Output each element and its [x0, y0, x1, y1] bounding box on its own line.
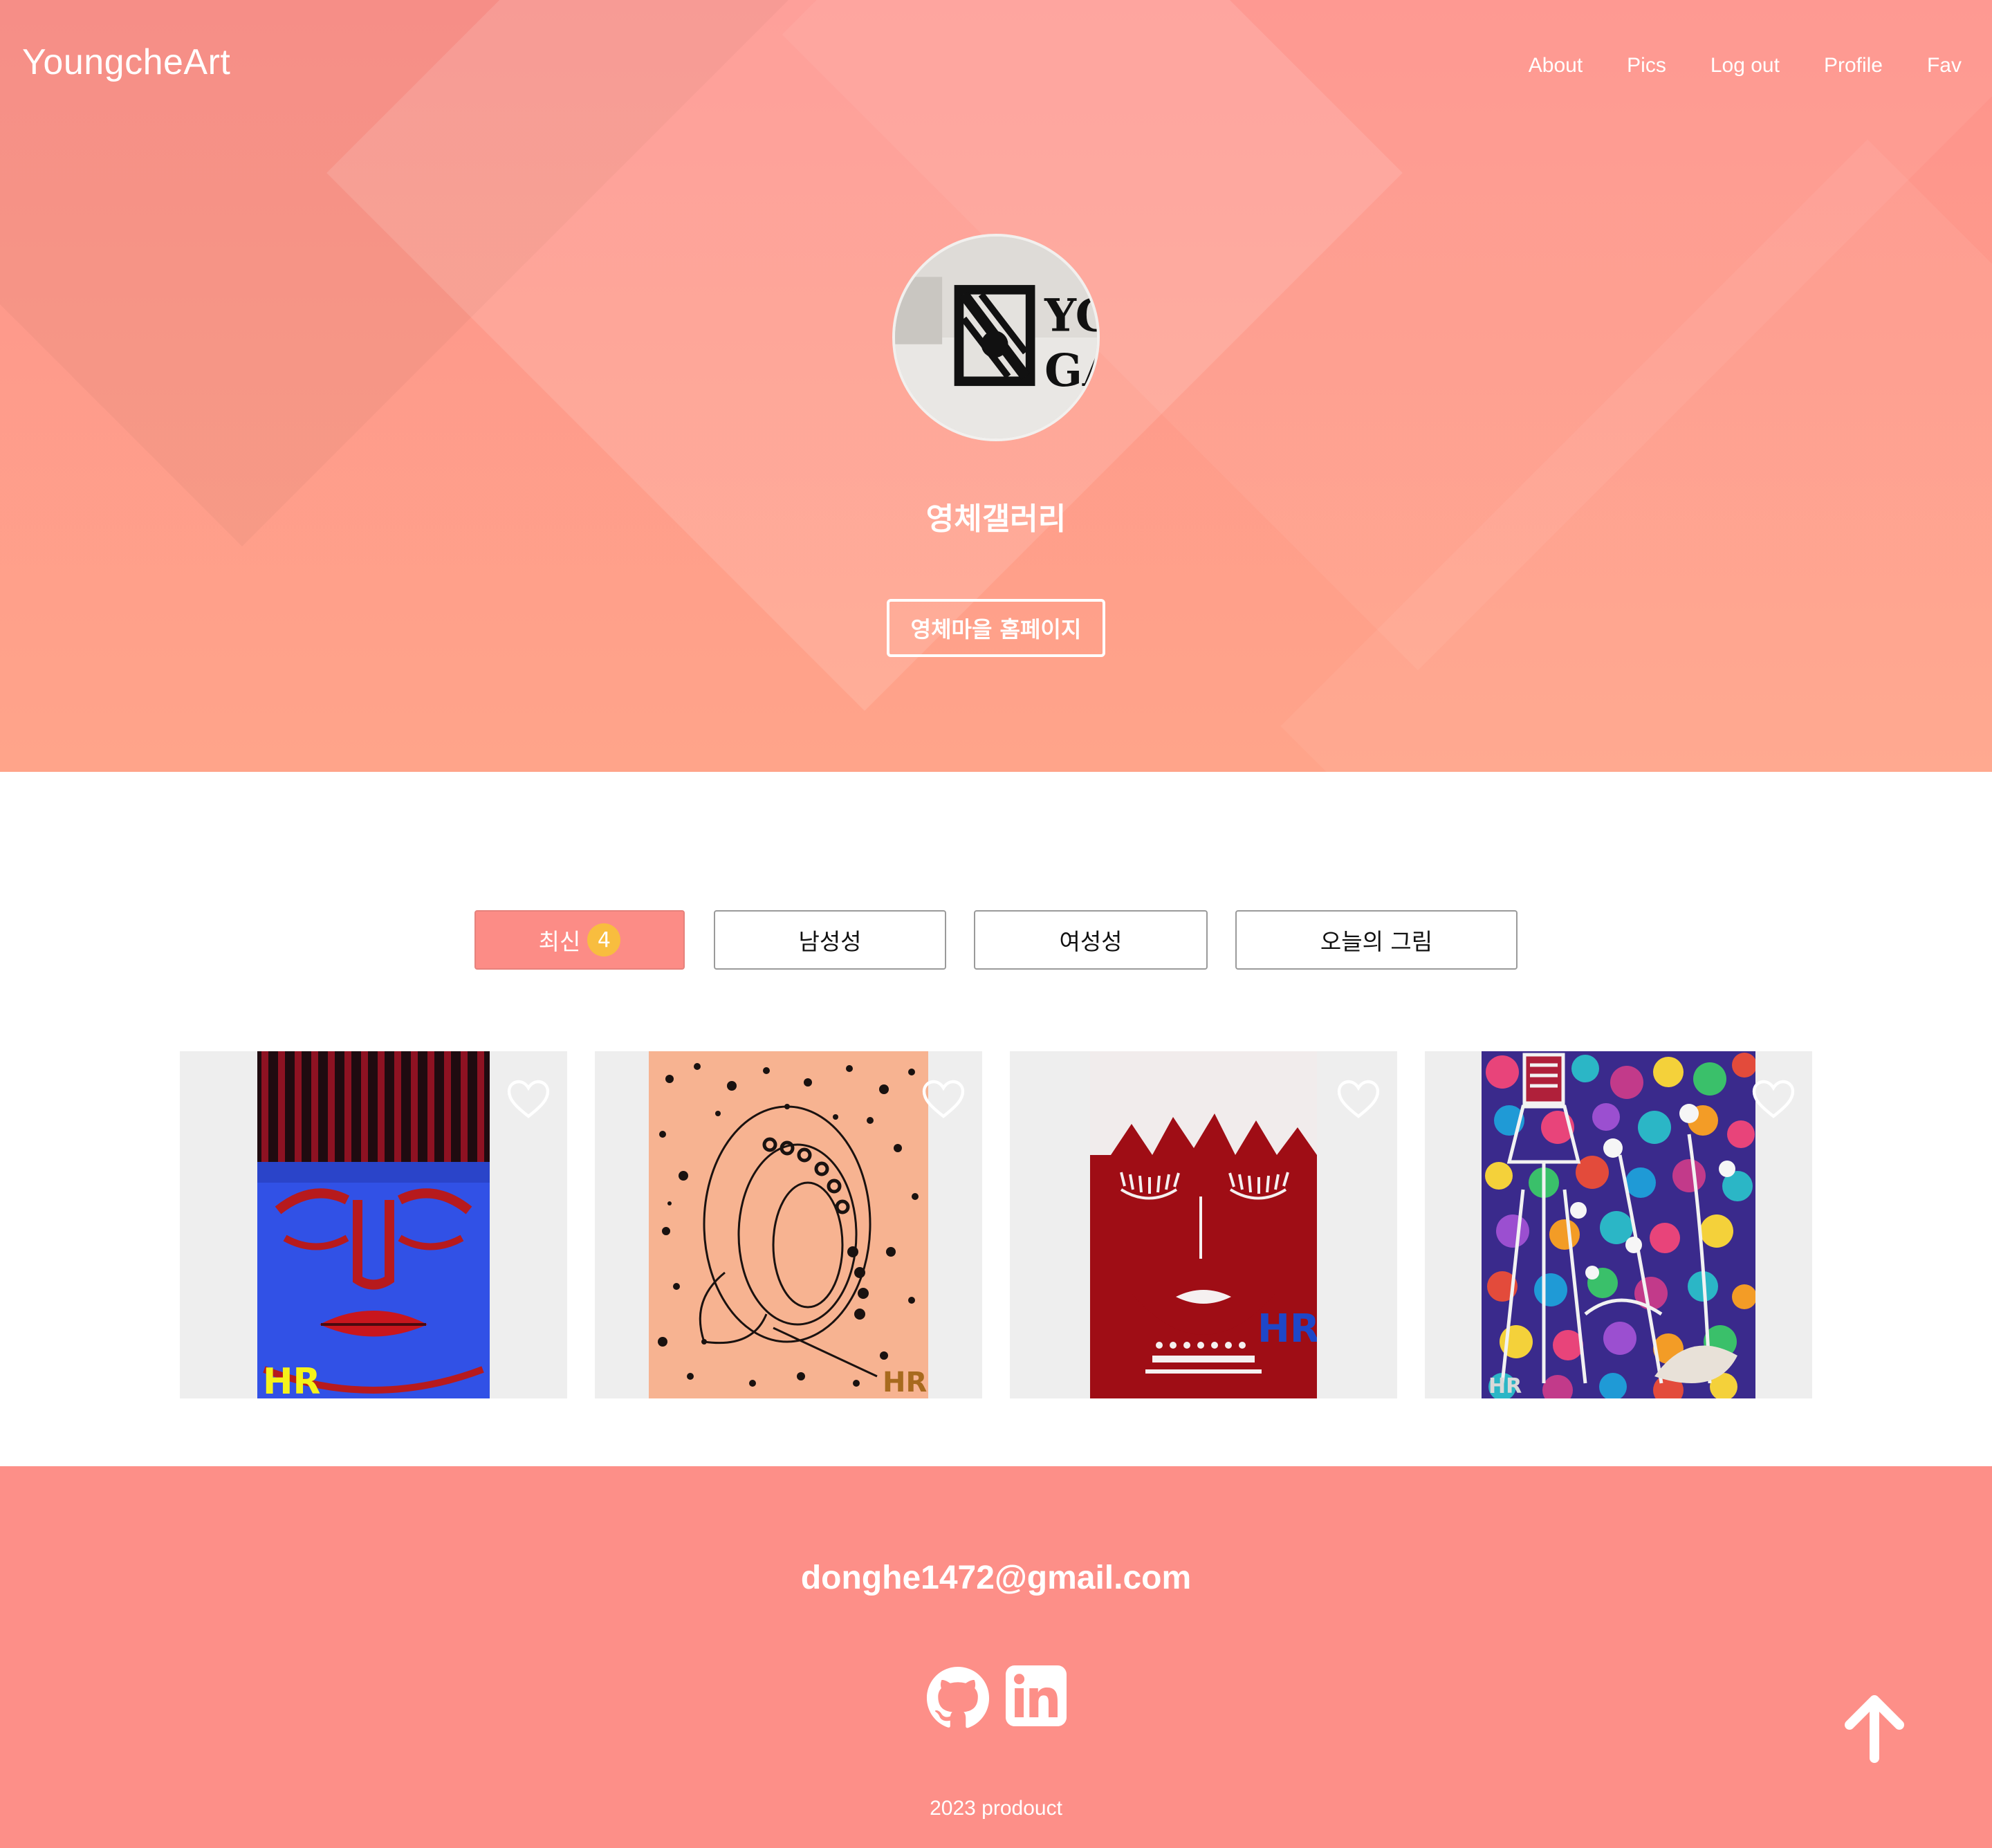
nav-fav[interactable]: Fav: [1927, 54, 1962, 77]
hero-section: YoungcheArt About Pics Log out Profile F…: [0, 0, 1992, 772]
artwork-card[interactable]: HR: [180, 1051, 567, 1398]
heart-icon[interactable]: [1336, 1079, 1381, 1119]
artwork-card[interactable]: HR: [1010, 1051, 1397, 1398]
tab-label: 여성성: [1059, 928, 1123, 955]
heart-icon[interactable]: [1751, 1079, 1796, 1119]
tab-label: 남성성: [798, 928, 862, 955]
svg-text:HR: HR: [263, 1361, 321, 1398]
artwork-image: HR: [1482, 1051, 1755, 1398]
brand-logo[interactable]: YoungcheArt: [22, 41, 230, 83]
copyright: 2023 prodouct: [930, 1797, 1062, 1820]
artwork-card[interactable]: HR: [595, 1051, 982, 1398]
gallery-logo-icon: YC GA: [895, 237, 1097, 438]
tab-label: 오늘의 그림: [1320, 928, 1433, 955]
footer: [0, 1466, 1992, 1848]
github-icon[interactable]: [925, 1665, 990, 1730]
nav-pics[interactable]: Pics: [1627, 54, 1666, 77]
tab-label: 최신: [538, 928, 581, 955]
count-badge: 4: [587, 923, 621, 957]
svg-text:YC: YC: [1044, 290, 1097, 342]
nav-profile[interactable]: Profile: [1824, 54, 1883, 77]
tab-masculinity[interactable]: 남성성: [714, 910, 946, 970]
nav-logout[interactable]: Log out: [1710, 54, 1780, 77]
artwork-image: HR: [257, 1051, 490, 1398]
artwork-image: HR: [1090, 1051, 1317, 1398]
tab-femininity[interactable]: 여성성: [974, 910, 1208, 970]
avatar: YC GA: [892, 234, 1100, 441]
tab-todays-picture[interactable]: 오늘의 그림: [1235, 910, 1518, 970]
artwork-card[interactable]: HR: [1425, 1051, 1812, 1398]
artwork-image: HR: [649, 1051, 928, 1398]
gallery-name: 영체갤러리: [925, 501, 1067, 537]
homepage-button[interactable]: 영체마을 홈페이지: [887, 599, 1105, 657]
heart-icon[interactable]: [506, 1079, 551, 1119]
tab-latest[interactable]: 최신 4: [474, 910, 685, 970]
main-nav: About Pics Log out Profile Fav: [1529, 54, 1962, 77]
svg-text:HR: HR: [1257, 1306, 1317, 1351]
heart-icon[interactable]: [921, 1079, 966, 1119]
svg-text:HR: HR: [883, 1367, 927, 1398]
contact-email[interactable]: donghe1472@gmail.com: [0, 1559, 1992, 1597]
arrow-up-icon[interactable]: [1840, 1694, 1909, 1764]
svg-text:HR: HR: [1488, 1374, 1522, 1398]
nav-about[interactable]: About: [1529, 54, 1583, 77]
linkedin-icon[interactable]: [1006, 1665, 1067, 1726]
